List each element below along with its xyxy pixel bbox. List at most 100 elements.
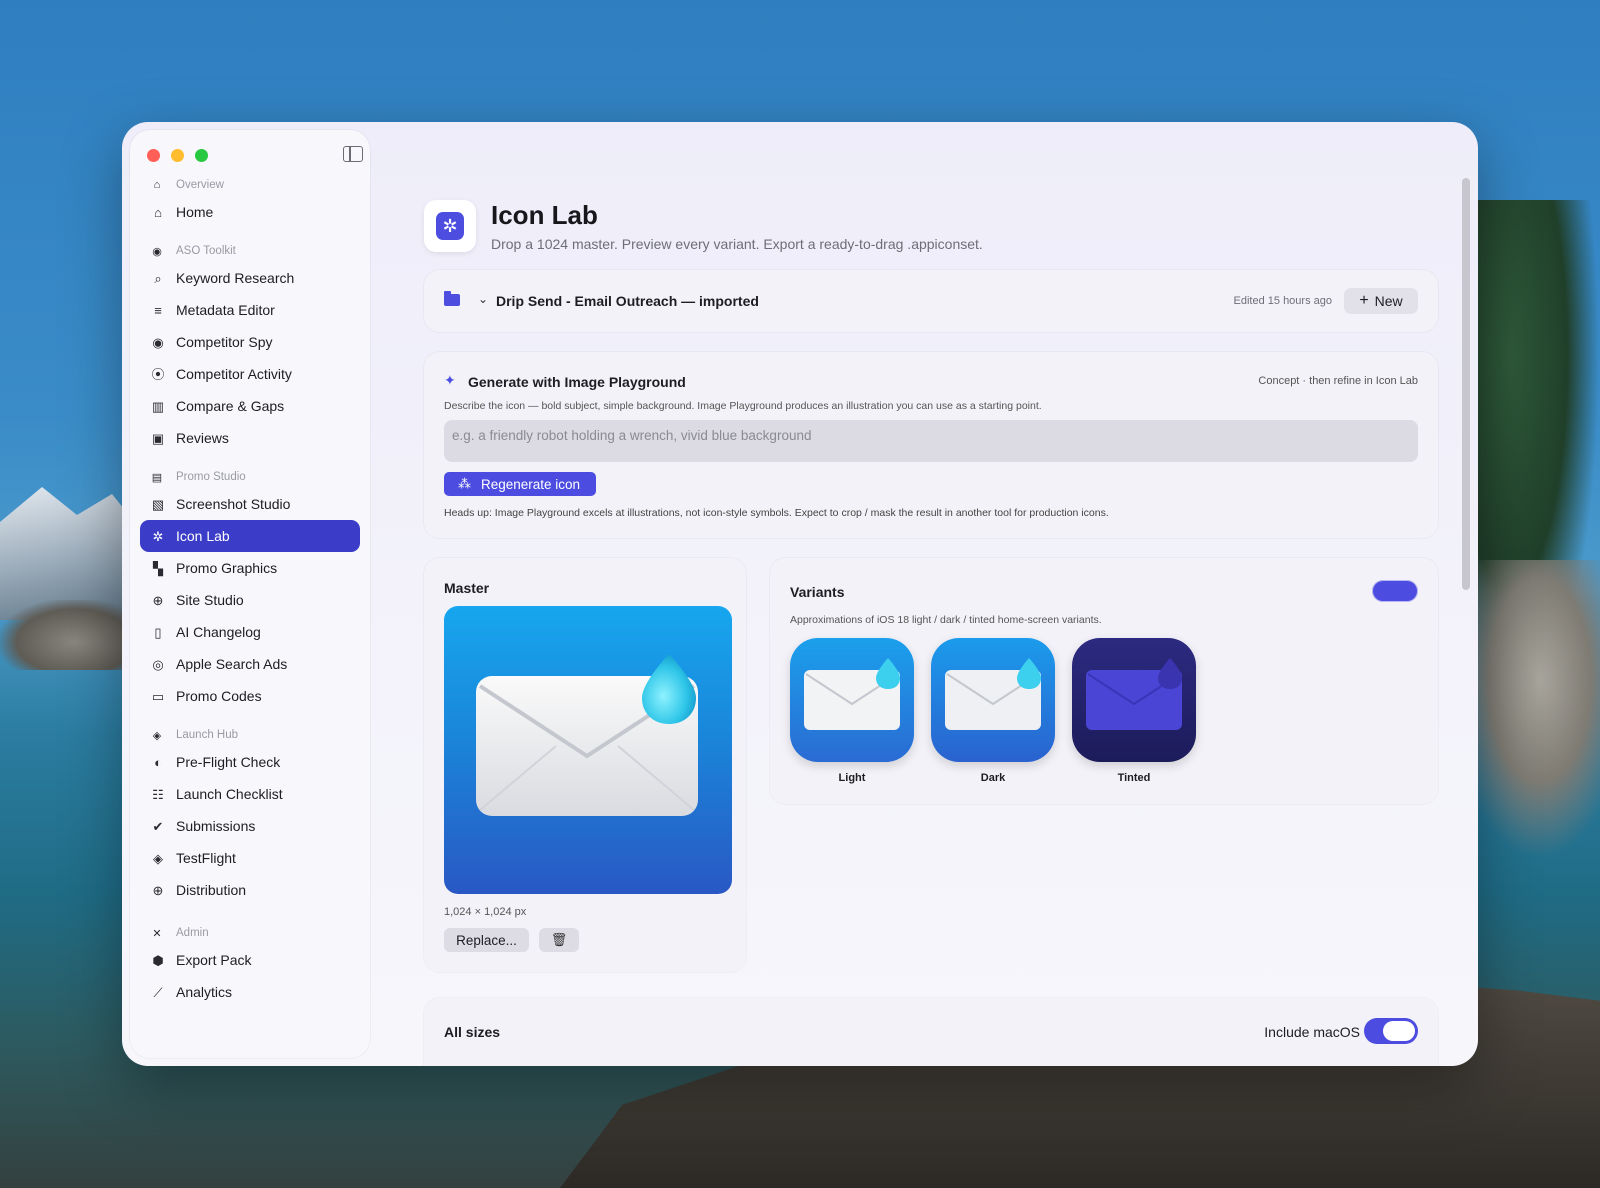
replace-button[interactable]: Replace... (444, 928, 529, 952)
sidebar-item-site-studio[interactable]: ⊕ Site Studio (140, 584, 360, 616)
sidebar-item-keyword-research[interactable]: ⌕ Keyword Research (140, 262, 360, 294)
main-content: ✲ Icon Lab Drop a 1024 master. Preview e… (394, 122, 1478, 1066)
envelope-icon (945, 658, 1041, 730)
sidebar-item-label: Competitor Spy (176, 334, 273, 350)
sidebar-item-icon-lab[interactable]: ✲ Icon Lab (140, 520, 360, 552)
minimize-window-button[interactable] (171, 149, 184, 162)
variant-tinted[interactable]: Tinted (1072, 638, 1196, 784)
page-title: Icon Lab (491, 200, 598, 230)
house-icon: ⌂ (154, 204, 162, 220)
bag-icon: ▤ (151, 471, 163, 484)
magnifier-circle-icon: ◎ (152, 656, 164, 672)
sidebar-item-label: Keyword Research (176, 270, 295, 286)
checklist-icon: ☷ (152, 786, 164, 802)
variant-light[interactable]: Light (790, 638, 914, 784)
include-macos-toggle[interactable] (1364, 1018, 1418, 1044)
sidebar-item-label: Promo Codes (176, 688, 262, 704)
sidebar-item-label: Compare & Gaps (176, 398, 285, 414)
sidebar-item-home[interactable]: ⌂ Home (140, 196, 360, 228)
delete-master-button[interactable]: 🗑 (539, 928, 579, 952)
sidebar-item-apple-search-ads[interactable]: ◎ Apple Search Ads (140, 648, 360, 680)
sidebar-item-promo-graphics[interactable]: ▚ Promo Graphics (140, 552, 360, 584)
project-picker[interactable]: Drip Send - Email Outreach — imported (496, 293, 759, 309)
sidebar-item-launch-checklist[interactable]: ☷ Launch Checklist (140, 778, 360, 810)
variant-label: Dark (980, 772, 1006, 784)
sidebar-item-distribution[interactable]: ⊕ Distribution (140, 874, 360, 906)
ticket-icon: ▭ (151, 688, 165, 704)
sidebar-item-pre-flight-check[interactable]: ◐ Pre-Flight Check (140, 746, 360, 778)
variants-title: Variants (790, 584, 845, 600)
sidebar-item-export-pack[interactable]: ⬢ Export Pack (140, 944, 360, 976)
sidebar-item-label: Competitor Activity (176, 366, 292, 382)
house-icon: ⌂ (153, 179, 161, 191)
sidebar-item-reviews[interactable]: ▣ Reviews (140, 422, 360, 454)
variant-dark[interactable]: Dark (931, 638, 1055, 784)
sidebar-item-label: Home (176, 204, 214, 220)
magnifier-icon: ⌕ (154, 270, 162, 286)
sidebar-item-ai-changelog[interactable]: ▯ AI Changelog (140, 616, 360, 648)
generate-description: Describe the icon — bold subject, simple… (444, 400, 1042, 412)
master-title: Master (444, 580, 490, 596)
cube-icon: ⬢ (152, 952, 164, 968)
include-macos-label: Include macOS (1264, 1024, 1360, 1040)
gauge-icon: ◐ (154, 754, 162, 770)
sidebar-item-label: Site Studio (176, 592, 244, 608)
envelope-icon (1086, 658, 1182, 730)
sidebar-item-label: AI Changelog (176, 624, 261, 640)
sidebar: ⌂ Overview ⌂ Home ◉ ASO Toolkit ⌕ Keywor… (130, 130, 370, 1058)
scrollbar[interactable] (1462, 178, 1470, 590)
sidebar-item-competitor-spy[interactable]: ◉ Competitor Spy (140, 326, 360, 358)
new-project-button[interactable]: + New (1344, 288, 1418, 314)
trash-icon: 🗑 (550, 932, 568, 947)
sidebar-item-screenshot-studio[interactable]: ▧ Screenshot Studio (140, 488, 360, 520)
sidebar-item-submissions[interactable]: ✔ Submissions (140, 810, 360, 842)
master-icon-image[interactable] (444, 606, 732, 894)
sidebar-section-admin: ✕ Admin ⬢ Export Pack ⟋ Analytics (130, 922, 370, 1008)
variants-toggle[interactable] (1372, 580, 1418, 602)
sidebar-item-metadata-editor[interactable]: ≡ Metadata Editor (140, 294, 360, 326)
all-sizes-title: All sizes (444, 1024, 501, 1040)
variant-label: Light (838, 772, 866, 784)
prompt-input[interactable] (444, 420, 1418, 462)
document-icon: ▯ (154, 624, 162, 640)
layout-icon: ▚ (153, 560, 163, 576)
app-window: ⌂ Overview ⌂ Home ◉ ASO Toolkit ⌕ Keywor… (122, 122, 1478, 1066)
sidebar-item-label: Apple Search Ads (176, 656, 288, 672)
sidebar-item-testflight[interactable]: ◈ TestFlight (140, 842, 360, 874)
sidebar-item-label: Reviews (176, 430, 229, 446)
sidebar-section-promo-studio: ▤ Promo Studio ▧ Screenshot Studio ✲ Ico… (130, 466, 370, 712)
sidebar-item-compare-gaps[interactable]: ▥ Compare & Gaps (140, 390, 360, 422)
variants-card: Variants Approximations of iOS 18 light … (770, 558, 1438, 804)
photo-icon: ▧ (151, 496, 165, 512)
speech-bubbles-icon: ▣ (151, 430, 165, 446)
section-header-label: Launch Hub (176, 729, 239, 741)
project-bar: ⌄ Drip Send - Email Outreach — imported … (424, 270, 1438, 332)
all-sizes-card: All sizes Include macOS (424, 998, 1438, 1066)
page-subtitle: Drop a 1024 master. Preview every varian… (491, 236, 983, 252)
sidebar-item-promo-codes[interactable]: ▭ Promo Codes (140, 680, 360, 712)
close-window-button[interactable] (147, 149, 160, 162)
globe-icon: ⊕ (152, 882, 164, 898)
new-button-label: New (1374, 293, 1403, 309)
variant-tinted-preview (1072, 638, 1196, 762)
checkmark-seal-icon: ✔ (152, 818, 164, 834)
sidebar-item-label: Screenshot Studio (176, 496, 291, 512)
sidebar-item-competitor-activity[interactable]: ⦿ Competitor Activity (140, 358, 360, 390)
paperplane-icon: ◈ (152, 729, 162, 742)
text-lines-icon: ≡ (154, 302, 162, 318)
sidebar-section-aso-toolkit: ◉ ASO Toolkit ⌕ Keyword Research ≡ Metad… (130, 240, 370, 454)
chart-line-icon: ⟋ (153, 984, 163, 1000)
sidebar-item-analytics[interactable]: ⟋ Analytics (140, 976, 360, 1008)
regenerate-icon-button[interactable]: ⁂ Regenerate icon (444, 472, 596, 496)
globe-icon: ⊕ (152, 592, 164, 608)
backdrop-rock (0, 600, 125, 670)
folder-icon (444, 291, 460, 306)
plus-icon: + (1359, 292, 1369, 309)
columns-icon: ▥ (151, 398, 165, 414)
sidebar-item-label: Icon Lab (176, 528, 230, 544)
chevron-down-icon[interactable]: ⌄ (478, 292, 488, 306)
generate-title: Generate with Image Playground (468, 374, 686, 390)
paperplane-icon: ◈ (153, 850, 163, 866)
sidebar-toggle-icon[interactable] (343, 146, 363, 162)
zoom-window-button[interactable] (195, 149, 208, 162)
